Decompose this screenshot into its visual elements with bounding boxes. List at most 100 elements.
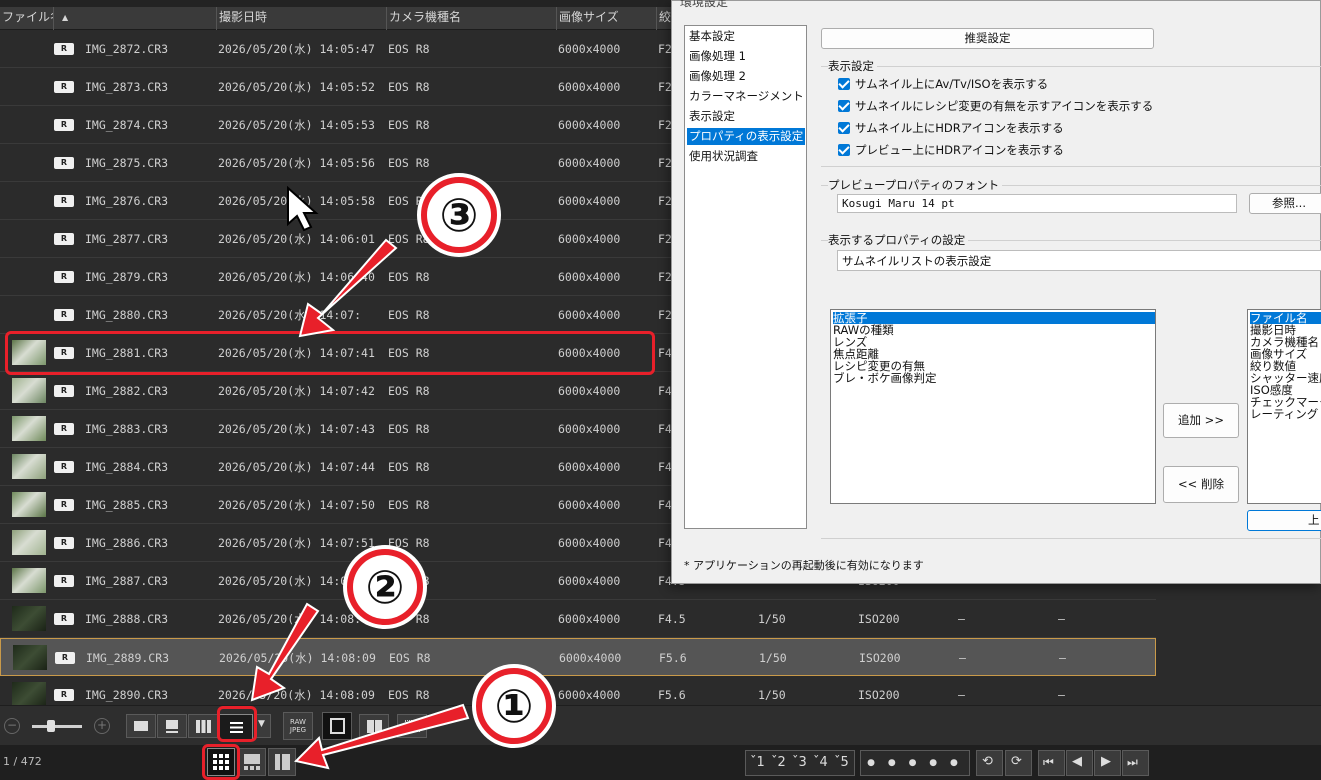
- sort-ascending-icon: ▲: [62, 13, 69, 22]
- column-header-camera[interactable]: カメラ機種名: [387, 7, 557, 30]
- medium-thumb-icon: [166, 720, 178, 729]
- rotate-left-button[interactable]: ⟲: [976, 750, 1003, 776]
- camera-model-cell: EOS R8: [388, 42, 430, 56]
- column-header-filename-label: ファイル名: [2, 10, 53, 24]
- grid-icon: [196, 720, 211, 733]
- nav-item-property-display[interactable]: プロパティの表示設定: [687, 128, 806, 145]
- zoom-slider-thumb[interactable]: [47, 720, 55, 732]
- nav-item-image-processing-1[interactable]: 画像処理 1: [687, 48, 748, 65]
- compare-view-button[interactable]: [359, 714, 389, 738]
- thumbnail-preview-button[interactable]: [238, 748, 266, 776]
- zoom-in-button[interactable]: +: [94, 718, 110, 734]
- step-2-label: ②: [353, 555, 417, 619]
- star-rating-dots: ● ● ● ● ●: [867, 758, 963, 768]
- nav-item-color-management[interactable]: カラーマネージメント: [687, 88, 806, 105]
- aperture-cell: F4: [658, 346, 672, 360]
- panel-view-button[interactable]: [397, 714, 427, 738]
- iso-cell: ISO200: [859, 651, 901, 665]
- remove-property-button[interactable]: << 削除: [1163, 466, 1239, 503]
- small-thumb-view-button[interactable]: [188, 714, 218, 738]
- raw-badge: R: [54, 195, 74, 207]
- settings-nav-tree: 基本設定 画像処理 1 画像処理 2 カラーマネージメント 表示設定 プロパティ…: [684, 25, 807, 529]
- raw-badge: R: [54, 613, 74, 625]
- raw-badge: R: [54, 499, 74, 511]
- shutter-cell: 1/50: [758, 688, 786, 702]
- column-header-date[interactable]: 撮影日時: [217, 7, 387, 30]
- capture-date-cell: 2026/05/20(水) 14:05:53: [218, 118, 375, 132]
- preview-font-field[interactable]: Kosugi Maru 14 pt: [837, 194, 1237, 213]
- zoom-out-button[interactable]: −: [4, 718, 20, 734]
- rotate-right-button[interactable]: ⟳: [1005, 750, 1032, 776]
- table-row[interactable]: R IMG_2890.CR3 2026/05/20(水) 14:08:09 EOS R…: [0, 676, 1156, 705]
- check-mark-1-button[interactable]: ˇ1: [750, 755, 765, 770]
- side-preview-button[interactable]: [268, 748, 296, 776]
- aperture-cell: F4: [658, 422, 672, 436]
- check-mark-4-button[interactable]: ˇ4: [813, 755, 828, 770]
- capture-date-cell: 2026/05/20(水) 14:05:47: [218, 42, 375, 56]
- check-mark-2-button[interactable]: ˇ2: [771, 755, 786, 770]
- image-size-cell: 6000x4000: [558, 612, 621, 626]
- preview-view-button[interactable]: [126, 714, 156, 738]
- available-property-item[interactable]: ブレ・ボケ画像判定: [833, 372, 937, 384]
- aperture-cell: F4.5: [658, 612, 686, 626]
- raw-badge: R: [54, 271, 74, 283]
- mouse-cursor-icon: [287, 186, 319, 232]
- sort-column[interactable]: ▲: [54, 7, 217, 30]
- thumbnail-image: [12, 682, 46, 705]
- group-border-display: [821, 66, 1321, 67]
- raw-label: RAW: [290, 718, 306, 726]
- check-mark-5-button[interactable]: ˇ5: [834, 755, 849, 770]
- status-toolbar: 1 / 472 ˇ1 ˇ2 ˇ3 ˇ4 ˇ5 ● ● ● ● ● ⟲ ⟳ ⏮ ◀…: [0, 745, 1321, 780]
- nav-item-basic[interactable]: 基本設定: [687, 28, 737, 45]
- check-mark-3-button[interactable]: ˇ3: [792, 755, 807, 770]
- move-up-button[interactable]: 上: [1247, 510, 1321, 531]
- image-size-cell: 6000x4000: [558, 42, 621, 56]
- checkbox-checked-icon: [838, 144, 850, 156]
- raw-badge: R: [54, 385, 74, 397]
- recommended-settings-button[interactable]: 推奨設定: [821, 28, 1154, 49]
- thumbnail-image: [13, 645, 47, 670]
- filmstrip-view-button[interactable]: [322, 712, 352, 740]
- raw-badge: R: [54, 537, 74, 549]
- browse-font-button[interactable]: 参照...: [1249, 193, 1321, 214]
- file-name-cell: IMG_2887.CR3: [85, 574, 169, 588]
- last-image-button[interactable]: ⏭: [1122, 750, 1149, 776]
- image-size-cell: 6000x4000: [558, 232, 621, 246]
- image-size-cell: 6000x4000: [558, 574, 621, 588]
- shown-property-item[interactable]: レーティング: [1250, 408, 1318, 420]
- nav-item-display[interactable]: 表示設定: [687, 108, 737, 125]
- skip-first-icon: ⏮: [1043, 755, 1054, 769]
- file-name-cell: IMG_2879.CR3: [85, 270, 169, 284]
- view-dropdown-button[interactable]: ▼: [255, 714, 271, 738]
- medium-thumb-view-button[interactable]: [157, 714, 187, 738]
- raw-badge: R: [54, 81, 74, 93]
- filmstrip-icon: [330, 718, 345, 734]
- checkbox-label: サムネイルにレシピ変更の有無を示すアイコンを表示する: [855, 99, 1154, 113]
- thumbnail-image: [12, 378, 46, 403]
- raw-badge: R: [54, 575, 74, 587]
- first-image-button[interactable]: ⏮: [1038, 750, 1065, 776]
- file-name-cell: IMG_2884.CR3: [85, 460, 169, 474]
- nav-item-image-processing-2[interactable]: 画像処理 2: [687, 68, 748, 85]
- column-header-size[interactable]: 画像サイズ: [557, 7, 657, 30]
- aperture-cell: F2: [658, 270, 672, 284]
- star-rating-buttons[interactable]: ● ● ● ● ●: [860, 750, 970, 776]
- capture-date-cell: 2026/05/20(水) 14:07:42: [218, 384, 375, 398]
- nav-item-usage-survey[interactable]: 使用状況調査: [687, 148, 760, 165]
- next-image-button[interactable]: ▶: [1094, 750, 1121, 776]
- zoom-slider[interactable]: [32, 720, 82, 732]
- capture-date-cell: 2026/05/20(水) 14:07:43: [218, 422, 375, 436]
- image-size-cell: 6000x4000: [558, 156, 621, 170]
- previous-image-button[interactable]: ◀: [1066, 750, 1093, 776]
- column-header-filename[interactable]: ファイル名: [0, 7, 54, 30]
- table-row[interactable]: RIMG_2888.CR32026/05/20(水) 14:08:07EOS R…: [0, 600, 1156, 638]
- view-toolbar: − + ▼ RAW JPEG: [0, 705, 1321, 745]
- table-row[interactable]: R IMG_2889.CR3 2026/05/20(水) 14:08:09 EOS R…: [0, 638, 1156, 676]
- add-property-button[interactable]: 追加 >>: [1163, 403, 1239, 438]
- raw-badge: R: [55, 652, 75, 664]
- thumbnail-image: [12, 530, 46, 555]
- checkbox-checked-icon: [838, 78, 850, 90]
- property-target-dropdown[interactable]: サムネイルリストの表示設定: [837, 250, 1321, 271]
- raw-jpeg-button[interactable]: RAW JPEG: [283, 712, 313, 740]
- font-group-label: プレビュープロパティのフォント: [828, 177, 1003, 193]
